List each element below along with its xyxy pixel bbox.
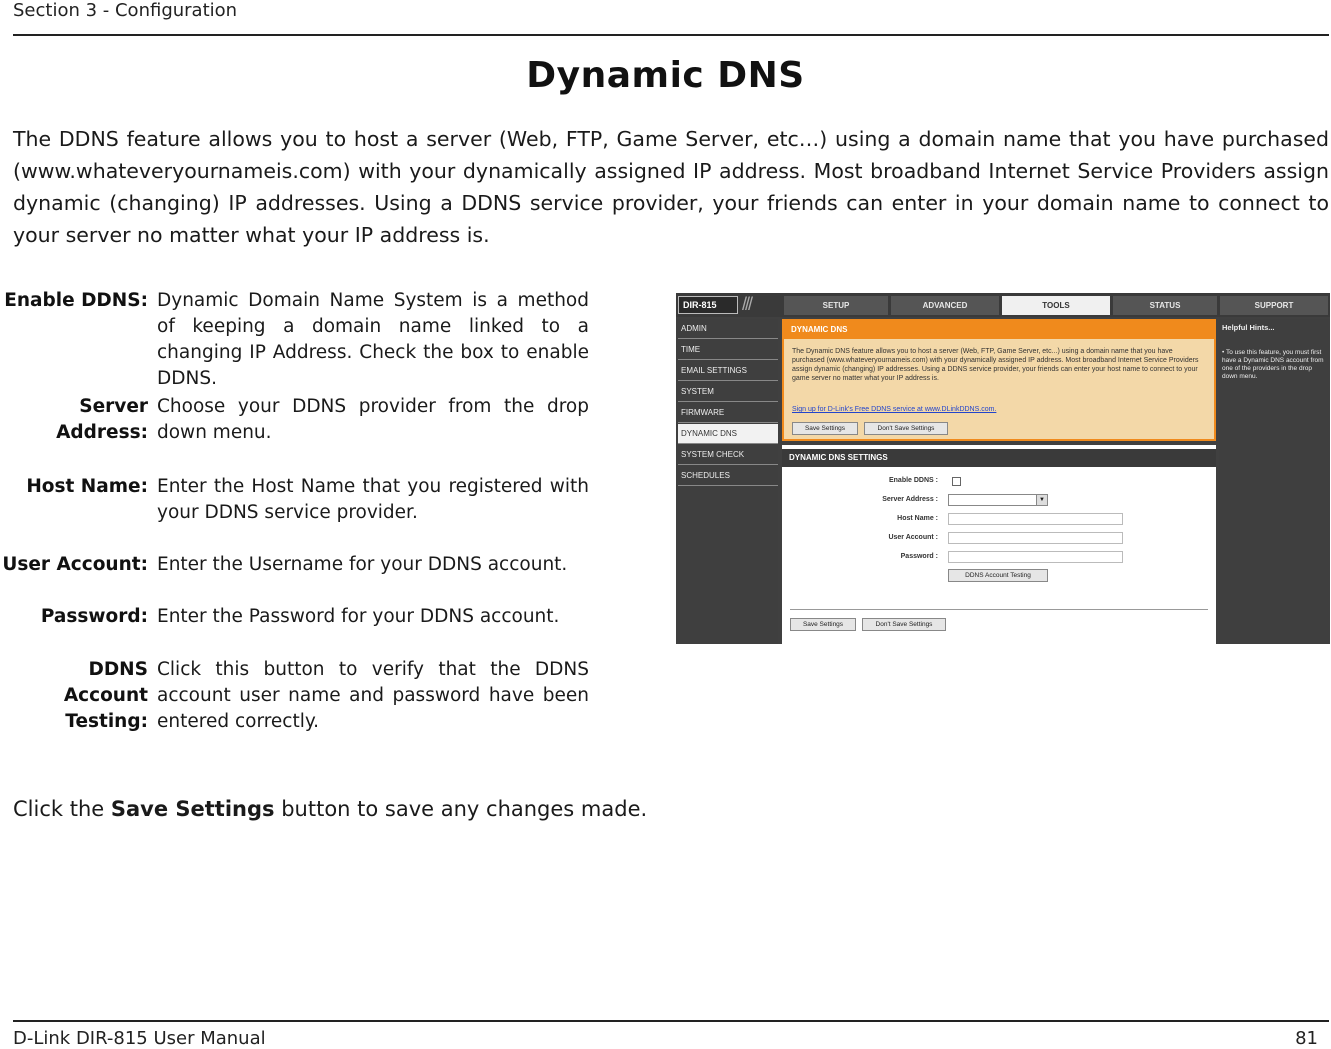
- definition-term: Password:: [40, 606, 148, 627]
- footer-manual-title: D-Link DIR-815 User Manual: [13, 1028, 266, 1049]
- router-main-panel: DYNAMIC DNS The Dynamic DNS feature allo…: [782, 319, 1216, 644]
- nav-item-admin[interactable]: ADMIN: [678, 319, 778, 339]
- dropdown-arrow-icon: ▼: [1036, 495, 1047, 505]
- settings-divider: [790, 609, 1208, 610]
- user-account-label: User Account :: [888, 534, 938, 541]
- helpful-hints-title: Helpful Hints...: [1222, 323, 1275, 332]
- server-address-select[interactable]: ▼: [948, 494, 1048, 506]
- helpful-hints-text: • To use this feature, you must first ha…: [1222, 349, 1324, 380]
- save-note: Click the Save Settings button to save a…: [13, 797, 647, 821]
- nav-item-time[interactable]: TIME: [678, 340, 778, 360]
- definition-description: Choose your DDNS provider from the drop …: [157, 396, 589, 443]
- page-title: Dynamic DNS: [526, 55, 805, 96]
- router-left-nav: ADMIN TIME EMAIL SETTINGS SYSTEM FIRMWAR…: [676, 319, 778, 644]
- dynamic-dns-description: The Dynamic DNS feature allows you to ho…: [792, 348, 1199, 382]
- router-model-badge: DIR-815: [678, 296, 738, 314]
- ddns-signup-link[interactable]: Sign up for D-Link's Free DDNS service a…: [792, 406, 996, 413]
- password-input[interactable]: [948, 551, 1123, 563]
- ddns-settings-title: DYNAMIC DNS SETTINGS: [782, 449, 1216, 467]
- password-label: Password :: [900, 553, 938, 560]
- router-top-bar: DIR-815 /// SETUP ADVANCED TOOLS STATUS …: [676, 293, 1330, 317]
- definition-description: Enter the Username for your DDNS account…: [157, 554, 568, 575]
- slash-decoration: ///: [742, 294, 753, 314]
- section-header: Section 3 - Configuration: [13, 0, 238, 21]
- definition-description: Enter the Host Name that you registered …: [157, 476, 589, 523]
- definition-term: User Account:: [2, 554, 148, 575]
- definition-term: DDNS Account Testing:: [0, 657, 148, 735]
- definition-term: Enable DDNS:: [4, 290, 148, 311]
- nav-item-dynamic-dns[interactable]: DYNAMIC DNS: [678, 424, 778, 444]
- host-name-input[interactable]: [948, 513, 1123, 525]
- nav-item-schedules[interactable]: SCHEDULES: [678, 466, 778, 486]
- host-name-label: Host Name :: [897, 515, 938, 522]
- definition-description: Enter the Password for your DDNS account…: [157, 606, 560, 627]
- nav-item-email-settings[interactable]: EMAIL SETTINGS: [678, 361, 778, 381]
- router-screenshot: DIR-815 /// SETUP ADVANCED TOOLS STATUS …: [676, 293, 1330, 644]
- definition-term: Server Address:: [56, 396, 148, 443]
- dynamic-dns-title: DYNAMIC DNS: [784, 321, 1214, 339]
- ddns-settings-box: DYNAMIC DNS SETTINGS Enable DDNS : Serve…: [782, 445, 1216, 644]
- definition-description: Dynamic Domain Name System is a method o…: [157, 290, 589, 389]
- nav-item-system[interactable]: SYSTEM: [678, 382, 778, 402]
- tab-tools[interactable]: TOOLS: [1002, 296, 1110, 315]
- bottom-rule: [13, 1020, 1329, 1022]
- tab-status[interactable]: STATUS: [1113, 296, 1217, 315]
- enable-ddns-label: Enable DDNS :: [888, 477, 938, 484]
- definition-term-line: Testing:: [65, 711, 148, 732]
- footer-page-number: 81: [1295, 1028, 1318, 1049]
- intro-paragraph: The DDNS feature allows you to host a se…: [13, 127, 1329, 247]
- dont-save-settings-button[interactable]: Don't Save Settings: [864, 422, 948, 435]
- user-account-input[interactable]: [948, 532, 1123, 544]
- save-note-suffix: button to save any changes made.: [274, 797, 648, 821]
- definition-term: Host Name:: [26, 476, 148, 497]
- enable-ddns-checkbox[interactable]: [952, 477, 961, 486]
- tab-advanced[interactable]: ADVANCED: [891, 296, 999, 315]
- tab-support[interactable]: SUPPORT: [1220, 296, 1328, 315]
- save-settings-button[interactable]: Save Settings: [792, 422, 858, 435]
- definition-description: Click this button to verify that the DDN…: [157, 659, 589, 732]
- dynamic-dns-info-box: DYNAMIC DNS The Dynamic DNS feature allo…: [782, 319, 1216, 441]
- top-rule: [13, 34, 1329, 36]
- save-note-bold: Save Settings: [110, 797, 275, 821]
- definition-term-line: DDNS Account: [63, 659, 148, 706]
- server-address-label: Server Address :: [882, 496, 938, 503]
- helpful-hints-panel: Helpful Hints... • To use this feature, …: [1219, 319, 1330, 644]
- save-note-prefix: Click the: [13, 797, 111, 821]
- nav-item-system-check[interactable]: SYSTEM CHECK: [678, 445, 778, 465]
- dont-save-settings-button-bottom[interactable]: Don't Save Settings: [862, 618, 946, 631]
- save-settings-button-bottom[interactable]: Save Settings: [790, 618, 856, 631]
- ddns-account-testing-button[interactable]: DDNS Account Testing: [948, 569, 1048, 582]
- nav-item-firmware[interactable]: FIRMWARE: [678, 403, 778, 423]
- tab-setup[interactable]: SETUP: [784, 296, 888, 315]
